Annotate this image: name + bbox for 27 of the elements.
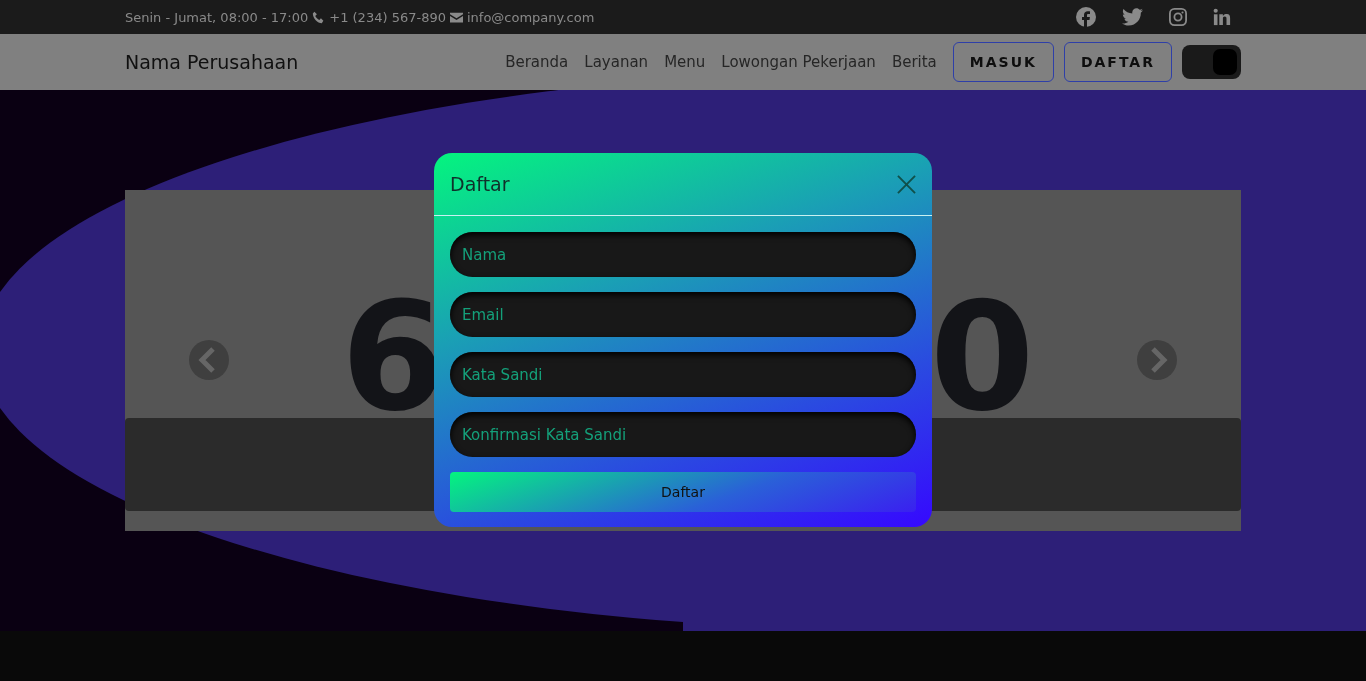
envelope-icon bbox=[449, 11, 463, 23]
business-hours: Senin - Jumat, 08:00 - 17:00 bbox=[125, 9, 309, 25]
instagram-icon[interactable] bbox=[1169, 8, 1187, 26]
register-button[interactable]: DAFTAR bbox=[1063, 42, 1172, 82]
close-icon[interactable] bbox=[897, 174, 916, 194]
modal-title: Daftar bbox=[450, 173, 510, 195]
input-field[interactable]: Email bbox=[450, 292, 916, 337]
input-field[interactable]: Nama bbox=[450, 232, 916, 277]
theme-toggle[interactable] bbox=[1182, 45, 1241, 79]
nav-link[interactable]: Lowongan Pekerjaan bbox=[721, 53, 876, 71]
facebook-icon[interactable] bbox=[1076, 7, 1096, 27]
phone-icon bbox=[312, 10, 326, 24]
brand-name[interactable]: Nama Perusahaan bbox=[125, 51, 506, 73]
submit-button[interactable]: Daftar bbox=[450, 472, 916, 512]
phone-number: +1 (234) 567-890 bbox=[329, 9, 446, 25]
nav-link[interactable]: Beranda bbox=[505, 53, 569, 71]
slide-text: 0 bbox=[930, 282, 1035, 432]
nav-link[interactable]: Layanan bbox=[584, 53, 649, 71]
input-field[interactable]: Konfirmasi Kata Sandi bbox=[450, 412, 916, 457]
nav-link[interactable]: Berita bbox=[891, 53, 937, 71]
twitter-icon[interactable] bbox=[1122, 8, 1143, 26]
linkedin-icon[interactable] bbox=[1213, 8, 1231, 26]
slide-text: 6 bbox=[341, 282, 446, 432]
nav-link[interactable]: Menu bbox=[664, 53, 706, 71]
email-address: info@company.com bbox=[466, 9, 595, 25]
login-button[interactable]: MASUK bbox=[952, 42, 1054, 82]
input-field[interactable]: Kata Sandi bbox=[450, 352, 916, 397]
